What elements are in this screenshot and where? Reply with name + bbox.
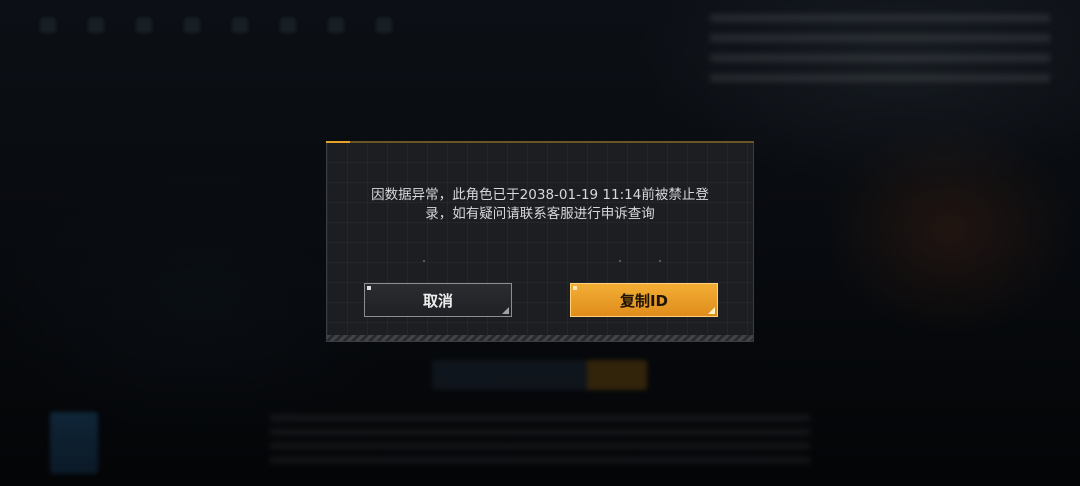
cancel-button[interactable]: 取消 (364, 283, 512, 317)
dialog-top-accent (326, 141, 754, 143)
copy-id-button-label: 复制ID (619, 291, 669, 310)
copy-id-button[interactable]: 复制ID (570, 283, 718, 317)
corner-mark-icon (573, 286, 577, 290)
dialog-message: 因数据异常，此角色已于2038-01-19 11:14前被禁止登录，如有疑问请联… (371, 187, 709, 222)
dialog-bottom-hazard-stripe (327, 335, 753, 341)
cancel-button-label: 取消 (422, 291, 453, 310)
dialog-divider (423, 260, 661, 262)
corner-notch-icon (502, 307, 509, 314)
corner-notch-icon (708, 307, 715, 314)
ban-notice-dialog: 因数据异常，此角色已于2038-01-19 11:14前被禁止登录，如有疑问请联… (326, 141, 754, 342)
corner-mark-icon (367, 286, 371, 290)
